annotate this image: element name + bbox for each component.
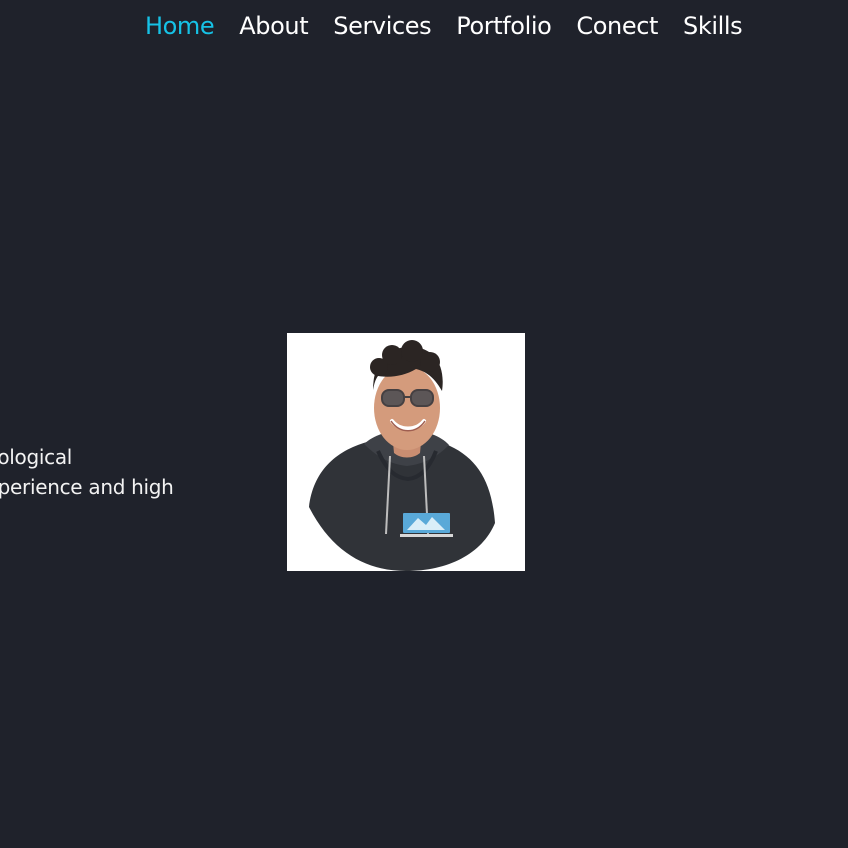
nav-skills-link[interactable]: Skills — [683, 10, 743, 42]
nav-connect-link[interactable]: Conect — [576, 10, 658, 42]
portfolio-page: Home About Services Portfolio Conect Ski… — [0, 0, 848, 848]
hero-description: ative technological ent user experience … — [0, 442, 283, 502]
profile-photo — [287, 333, 525, 571]
hero-text-line-1: ative technological — [0, 445, 73, 469]
nav-about-link[interactable]: About — [239, 10, 308, 42]
top-navigation: Home About Services Portfolio Conect Ski… — [0, 0, 848, 54]
main-menu: Home About Services Portfolio Conect Ski… — [145, 10, 743, 42]
nav-home-link[interactable]: Home — [145, 10, 215, 42]
nav-portfolio-link[interactable]: Portfolio — [456, 10, 552, 42]
nav-services-link[interactable]: Services — [333, 10, 431, 42]
hero-text-line-2: ent user experience and high — [0, 475, 174, 499]
profile-portrait-icon — [287, 333, 525, 571]
